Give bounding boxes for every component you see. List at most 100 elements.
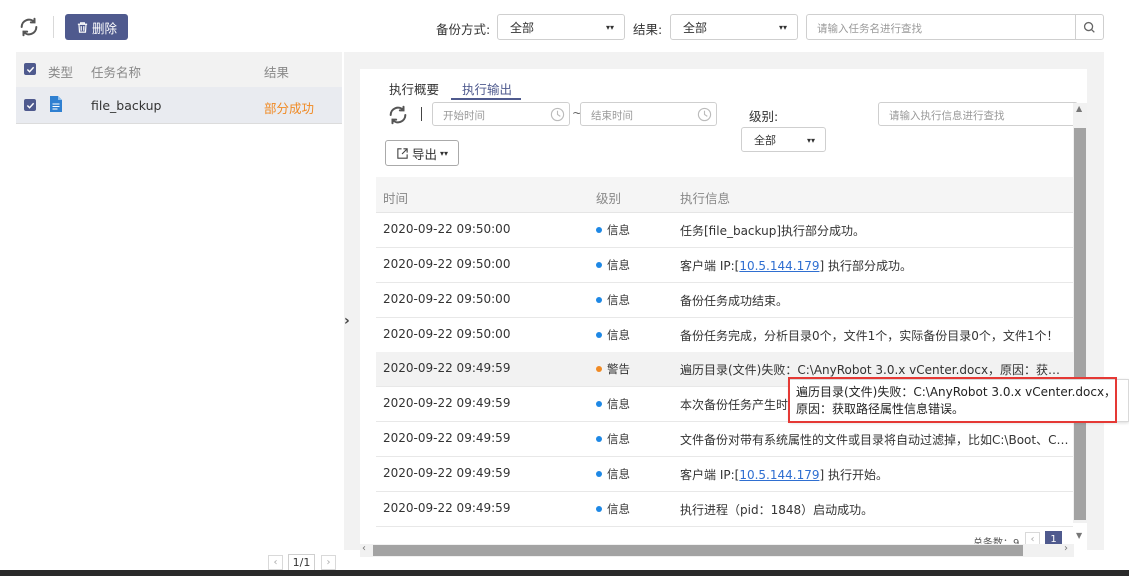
log-time: 2020-09-22 09:49:59 — [383, 501, 511, 515]
output-toolbar-divider — [421, 107, 422, 121]
log-level: 信息 — [596, 257, 630, 273]
log-level: 信息 — [596, 327, 630, 343]
message-search-input[interactable]: 请输入执行信息进行查找 — [878, 102, 1078, 126]
task-search-button[interactable] — [1075, 15, 1103, 39]
highlight-box — [788, 377, 1117, 423]
log-message: 客户端 IP:[10.5.144.179] 执行部分成功。 — [680, 257, 1072, 274]
task-search-input[interactable]: 请输入任务名进行查找 — [806, 14, 1104, 40]
column-time: 时间 — [383, 191, 409, 206]
tab-execution-output[interactable]: 执行输出 — [462, 79, 512, 98]
delete-button[interactable]: 删除 — [65, 14, 128, 40]
toolbar-divider — [53, 16, 54, 38]
log-level: 警告 — [596, 361, 630, 377]
end-time-input[interactable]: 结束时间 — [580, 102, 717, 126]
log-time: 2020-09-22 09:49:59 — [383, 466, 511, 480]
log-time: 2020-09-22 09:50:00 — [383, 327, 511, 341]
info-dot-icon — [596, 471, 602, 477]
log-row[interactable]: 2020-09-22 09:50:00 信息 备份任务完成，分析目录0个，文件1… — [376, 318, 1073, 353]
log-message-suffix: ] 执行部分成功。 — [819, 259, 912, 273]
log-level-text: 信息 — [607, 328, 630, 342]
log-message: 客户端 IP:[10.5.144.179] 执行开始。 — [680, 466, 1072, 483]
export-icon — [397, 147, 408, 159]
info-dot-icon — [596, 436, 602, 442]
task-row[interactable]: file_backup 部分成功 — [16, 87, 342, 124]
delete-button-label: 删除 — [91, 20, 117, 36]
chevron-down-icon: ▾▾ — [806, 136, 815, 145]
start-time-placeholder: 开始时间 — [443, 110, 485, 122]
export-button[interactable]: 导出 ▾▾ — [385, 140, 459, 166]
refresh-button[interactable] — [16, 14, 42, 40]
scroll-left-icon[interactable]: ‹ — [362, 543, 366, 554]
level-filter-select[interactable]: 全部 ▾▾ — [741, 127, 826, 152]
backup-method-select[interactable]: 全部 ▾▾ — [497, 14, 625, 40]
info-dot-icon — [596, 401, 602, 407]
level-filter-label: 级别: — [749, 109, 779, 124]
chevron-down-icon: ▾▾ — [439, 148, 449, 158]
end-time-placeholder: 结束时间 — [591, 110, 633, 122]
log-time: 2020-09-22 09:50:00 — [383, 222, 511, 236]
info-dot-icon — [596, 506, 602, 512]
task-row-checkbox[interactable] — [24, 99, 36, 111]
log-level: 信息 — [596, 396, 630, 412]
trash-icon — [77, 21, 88, 33]
log-message: 执行进程（pid：1848）启动成功。 — [680, 503, 874, 517]
refresh-icon — [20, 17, 38, 37]
log-row[interactable]: 2020-09-22 09:50:00 信息 任务[file_backup]执行… — [376, 213, 1073, 248]
backup-method-value: 全部 — [510, 20, 535, 35]
tab-execution-summary[interactable]: 执行概要 — [389, 79, 439, 98]
scroll-right-icon[interactable]: › — [1064, 543, 1068, 554]
client-ip-link[interactable]: 10.5.144.179 — [739, 259, 819, 273]
log-level: 信息 — [596, 466, 630, 482]
log-level: 信息 — [596, 501, 630, 517]
log-message-suffix: ] 执行开始。 — [819, 468, 888, 482]
result-filter-value: 全部 — [683, 20, 708, 35]
check-icon — [26, 66, 34, 73]
start-time-input[interactable]: 开始时间 — [432, 102, 570, 126]
log-time: 2020-09-22 09:49:59 — [383, 361, 511, 375]
log-row[interactable]: 2020-09-22 09:49:59 信息 执行进程（pid：1848）启动成… — [376, 492, 1073, 527]
collapse-panel-icon[interactable]: › — [344, 313, 350, 329]
horizontal-scroll-thumb[interactable] — [373, 545, 1023, 556]
log-row[interactable]: 2020-09-22 09:50:00 信息 客户端 IP:[10.5.144.… — [376, 248, 1073, 283]
log-level-text: 信息 — [607, 293, 630, 307]
log-row[interactable]: 2020-09-22 09:50:00 信息 备份任务成功结束。 — [376, 283, 1073, 318]
info-dot-icon — [596, 227, 602, 233]
refresh-output-button[interactable] — [387, 104, 409, 126]
result-filter-select[interactable]: 全部 ▾▾ — [670, 14, 798, 40]
select-all-checkbox[interactable] — [24, 63, 36, 75]
warning-dot-icon — [596, 366, 602, 372]
log-time: 2020-09-22 09:49:59 — [383, 396, 511, 410]
log-row[interactable]: 2020-09-22 09:49:59 信息 客户端 IP:[10.5.144.… — [376, 457, 1073, 492]
log-message-prefix: 客户端 IP:[ — [680, 259, 740, 273]
clock-icon — [697, 107, 712, 122]
column-result: 结果 — [264, 65, 290, 80]
task-search-placeholder: 请输入任务名进行查找 — [817, 23, 922, 35]
next-page-button[interactable]: › — [321, 555, 336, 570]
chevron-right-icon: › — [326, 557, 331, 568]
log-level-text: 信息 — [607, 502, 630, 516]
log-level-text: 信息 — [607, 432, 630, 446]
column-level: 级别 — [596, 191, 622, 206]
log-row[interactable]: 2020-09-22 09:49:59 信息 文件备份对带有系统属性的文件或目录… — [376, 422, 1073, 457]
log-level-text: 信息 — [607, 397, 630, 411]
chevron-down-icon: ▾▾ — [778, 23, 787, 32]
prev-page-button[interactable]: ‹ — [268, 555, 283, 570]
log-level: 信息 — [596, 292, 630, 308]
log-message: 遍历目录(文件)失败：C:\AnyRobot 3.0.x vCenter.doc… — [680, 363, 1072, 377]
task-page-indicator: 1/1 — [288, 554, 315, 571]
column-type: 类型 — [48, 65, 74, 80]
message-search-placeholder: 请输入执行信息进行查找 — [889, 110, 1005, 122]
log-time: 2020-09-22 09:50:00 — [383, 292, 511, 306]
chevron-left-icon: ‹ — [273, 557, 278, 568]
log-level: 信息 — [596, 431, 630, 447]
result-filter-label: 结果: — [633, 22, 663, 37]
log-level-text: 信息 — [607, 223, 630, 237]
vertical-scroll-thumb[interactable] — [1074, 128, 1086, 520]
scroll-down-icon[interactable]: ▼ — [1076, 531, 1082, 540]
file-icon — [50, 96, 62, 112]
client-ip-link[interactable]: 10.5.144.179 — [739, 468, 819, 482]
log-message: 任务[file_backup]执行部分成功。 — [680, 224, 866, 238]
log-level-text: 信息 — [607, 258, 630, 272]
scroll-up-icon[interactable]: ▲ — [1076, 104, 1082, 113]
active-tab-indicator — [451, 98, 521, 100]
